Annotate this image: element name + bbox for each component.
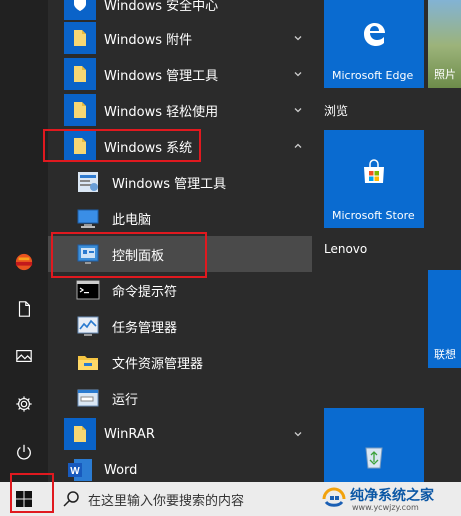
- tile-label: 照片: [434, 68, 456, 81]
- chevron-down-icon: [294, 108, 302, 113]
- file-explorer-icon: [72, 346, 104, 378]
- app-label: Windows 系统: [104, 140, 193, 156]
- start-button[interactable]: [0, 482, 48, 516]
- windows-logo-icon: [16, 491, 32, 507]
- app-label: 命令提示符: [112, 284, 178, 300]
- app-label: Windows 轻松使用: [104, 104, 219, 120]
- settings-button[interactable]: [0, 380, 48, 428]
- folder-winrar[interactable]: WinRAR: [48, 416, 312, 452]
- app-windows-admin-tools[interactable]: Windows 管理工具: [48, 164, 312, 200]
- documents-button[interactable]: [0, 285, 48, 333]
- watermark-url: www.ycwjzy.com: [352, 503, 419, 512]
- pictures-button[interactable]: [0, 332, 48, 380]
- watermark: 纯净系统之家 www.ycwjzy.com: [320, 484, 460, 514]
- app-label: 此电脑: [112, 212, 152, 228]
- pictures-icon: [16, 350, 32, 362]
- chevron-down-icon: [294, 432, 302, 437]
- recycle-bin-icon: [365, 447, 383, 469]
- run-icon: [72, 382, 104, 414]
- app-run[interactable]: 运行: [48, 380, 312, 416]
- folder-windows-ease-of-access[interactable]: Windows 轻松使用: [48, 92, 312, 128]
- app-command-prompt[interactable]: 命令提示符: [48, 272, 312, 308]
- app-label: 任务管理器: [112, 320, 178, 336]
- app-label: Windows 安全中心: [104, 0, 219, 14]
- app-word[interactable]: W Word: [48, 452, 312, 482]
- folder-windows-admin-tools[interactable]: Windows 管理工具: [48, 56, 312, 92]
- folder-windows-system[interactable]: Windows 系统: [48, 128, 312, 164]
- task-manager-icon: [72, 310, 104, 342]
- app-label: WinRAR: [104, 426, 155, 442]
- app-task-manager[interactable]: 任务管理器: [48, 308, 312, 344]
- folder-icon: [64, 22, 96, 54]
- watermark-title: 纯净系统之家: [350, 488, 434, 504]
- folder-icon: [64, 130, 96, 162]
- admin-tools-icon: [72, 166, 104, 198]
- avatar-icon: [15, 253, 33, 271]
- app-label: 文件资源管理器: [112, 356, 204, 372]
- chevron-up-icon: [294, 143, 302, 148]
- app-label: Windows 管理工具: [104, 68, 219, 84]
- start-menu-rail: [0, 0, 48, 482]
- watermark-logo-icon: [322, 487, 346, 507]
- app-label: Word: [104, 462, 138, 478]
- app-windows-security[interactable]: Windows 安全中心: [48, 0, 312, 22]
- store-icon: [364, 159, 384, 183]
- word-icon: W: [64, 454, 96, 482]
- folder-icon: [64, 94, 96, 126]
- folder-icon: [64, 58, 96, 90]
- power-button[interactable]: [0, 428, 48, 476]
- group-label: 浏览: [324, 104, 349, 118]
- app-this-pc[interactable]: 此电脑: [48, 200, 312, 236]
- taskbar-search-box[interactable]: 在这里输入你要搜索的内容: [48, 482, 308, 516]
- folder-icon: [64, 418, 96, 450]
- tile-microsoft-edge[interactable]: Microsoft Edge: [324, 0, 424, 88]
- app-label: 运行: [112, 392, 139, 408]
- chevron-down-icon: [294, 72, 302, 77]
- tile-recycle-bin[interactable]: [324, 408, 424, 482]
- app-label: Windows 管理工具: [112, 176, 227, 192]
- tiles-area: Microsoft Edge 照片 浏览 Microsoft Store Len…: [312, 0, 461, 482]
- app-file-explorer[interactable]: 文件资源管理器: [48, 344, 312, 380]
- computer-icon: [72, 202, 104, 234]
- group-label: Lenovo: [324, 242, 368, 256]
- search-placeholder: 在这里输入你要搜索的内容: [88, 493, 245, 509]
- folder-windows-accessories[interactable]: Windows 附件: [48, 20, 312, 56]
- edge-icon: [364, 23, 385, 46]
- app-list: Windows 安全中心 Windows 附件 Windows 管理工具 Win…: [48, 0, 312, 482]
- app-control-panel[interactable]: 控制面板: [48, 236, 312, 272]
- app-label: Windows 附件: [104, 32, 193, 48]
- chevron-down-icon: [294, 36, 302, 41]
- document-icon: [18, 301, 30, 317]
- app-label: 控制面板: [112, 248, 165, 264]
- tile-label: 联想: [434, 348, 456, 361]
- control-panel-icon: [72, 238, 104, 270]
- user-avatar[interactable]: [0, 238, 48, 286]
- svg-text:W: W: [70, 466, 80, 477]
- tile-microsoft-store[interactable]: Microsoft Store: [324, 130, 424, 228]
- gear-icon: [16, 396, 32, 412]
- shield-icon: [64, 0, 96, 20]
- tile-photos[interactable]: 照片: [428, 0, 461, 88]
- power-icon: [17, 444, 31, 460]
- search-icon: [63, 491, 79, 507]
- tile-lenovo[interactable]: 联想: [428, 270, 461, 368]
- tile-label: Microsoft Edge: [332, 69, 414, 82]
- tile-label: Microsoft Store: [332, 209, 415, 222]
- command-prompt-icon: [72, 274, 104, 306]
